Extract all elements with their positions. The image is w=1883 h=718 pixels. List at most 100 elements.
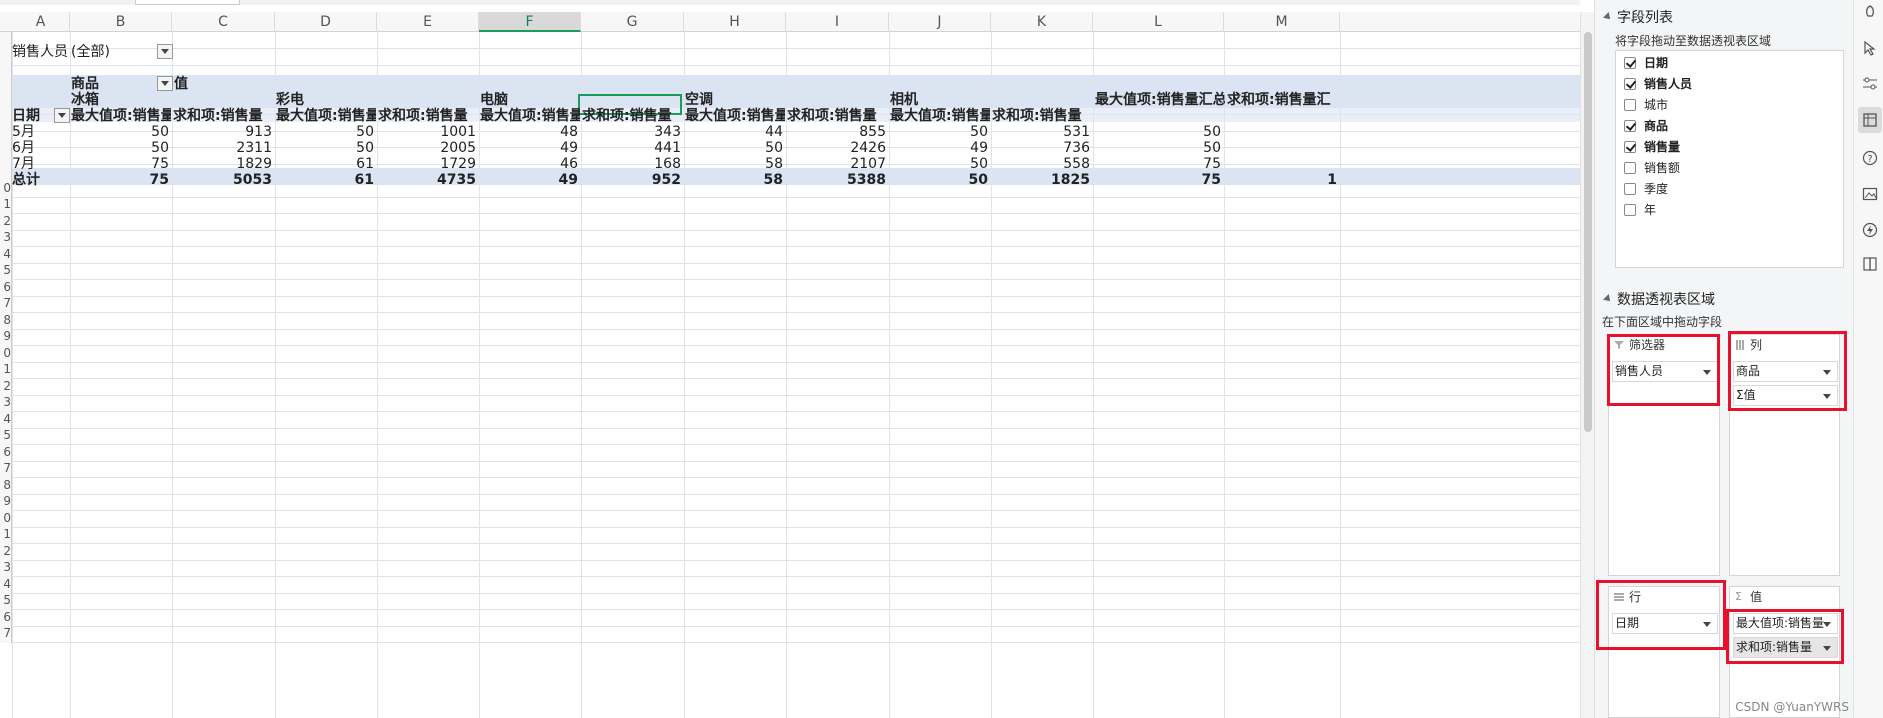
grid-hline xyxy=(12,477,1580,478)
total-value-cell[interactable]: 58 xyxy=(684,170,785,190)
total-label-cell[interactable]: 总计 xyxy=(12,170,68,190)
total-value-cell[interactable]: 5053 xyxy=(172,170,274,190)
row-number[interactable]: 4 xyxy=(0,576,12,593)
field-checkbox[interactable] xyxy=(1624,99,1636,111)
row-number[interactable] xyxy=(0,131,12,148)
row-number[interactable]: 5 xyxy=(0,263,12,280)
row-number[interactable]: 5 xyxy=(0,593,12,610)
row-number[interactable]: 4 xyxy=(0,411,12,428)
row-number[interactable] xyxy=(0,147,12,164)
total-value-cell[interactable]: 5388 xyxy=(786,170,888,190)
total-value-cell[interactable]: 75 xyxy=(70,170,171,190)
grid-hline xyxy=(12,312,1580,313)
scrollbar-thumb[interactable] xyxy=(1584,32,1592,432)
row-number[interactable]: 1 xyxy=(0,197,12,214)
row-number[interactable]: 1 xyxy=(0,362,12,379)
column-header-C[interactable]: C xyxy=(172,12,275,32)
field-list[interactable]: 日期 销售人员 城市 商品 销售量 销售额 季度年 xyxy=(1615,50,1844,268)
highlight-filter-area xyxy=(1607,334,1720,406)
row-number[interactable]: 0 xyxy=(0,180,12,197)
sheet-tab[interactable] xyxy=(135,0,240,5)
total-value-cell[interactable]: 1 xyxy=(1224,170,1339,190)
column-header-B[interactable]: B xyxy=(70,12,172,32)
pivot-table-icon[interactable] xyxy=(1858,107,1882,133)
row-number[interactable] xyxy=(0,65,12,82)
worksheet[interactable]: ABCDEFGHIJKLM 01234567890123456789012345… xyxy=(0,0,1580,718)
column-header-A[interactable]: A xyxy=(12,12,70,32)
grid-hline xyxy=(12,345,1580,346)
row-number[interactable]: 7 xyxy=(0,461,12,478)
field-label: 年 xyxy=(1644,203,1657,217)
image-edit-icon[interactable] xyxy=(1862,186,1878,202)
field-checkbox[interactable] xyxy=(1624,57,1636,69)
column-header-D[interactable]: D xyxy=(275,12,377,32)
grand-total-header-cell[interactable]: 最大值项:销售量汇总 xyxy=(1095,90,1225,110)
column-header-bar: ABCDEFGHIJKLM xyxy=(0,12,1580,32)
column-header-H[interactable]: H xyxy=(684,12,786,32)
grid-hline xyxy=(12,328,1580,330)
row-number[interactable] xyxy=(0,164,12,181)
row-number[interactable]: 2 xyxy=(0,543,12,560)
cursor-icon[interactable] xyxy=(1862,40,1878,56)
row-number[interactable]: 6 xyxy=(0,609,12,626)
row-number[interactable]: 9 xyxy=(0,494,12,511)
row-number[interactable]: 7 xyxy=(0,296,12,313)
row-number[interactable]: 3 xyxy=(0,395,12,412)
field-list-title: 字段列表 xyxy=(1617,10,1673,26)
column-header-J[interactable]: J xyxy=(889,12,991,32)
row-number[interactable] xyxy=(0,81,12,98)
row-number[interactable]: 6 xyxy=(0,444,12,461)
grid-hline xyxy=(12,262,1580,264)
row-number[interactable]: 6 xyxy=(0,279,12,296)
row-number[interactable] xyxy=(0,48,12,65)
field-checkbox[interactable] xyxy=(1624,78,1636,90)
column-header-E[interactable]: E xyxy=(377,12,479,32)
field-checkbox[interactable] xyxy=(1624,141,1636,153)
book-icon[interactable] xyxy=(1862,256,1878,272)
row-number[interactable]: 2 xyxy=(0,378,12,395)
field-checkbox[interactable] xyxy=(1624,183,1636,195)
row-number[interactable] xyxy=(0,114,12,131)
total-value-cell[interactable]: 4735 xyxy=(377,170,478,190)
lightning-icon[interactable] xyxy=(1862,222,1878,238)
row-number[interactable]: 3 xyxy=(0,560,12,577)
column-header-K[interactable]: K xyxy=(991,12,1093,32)
sliders-icon[interactable] xyxy=(1862,76,1878,92)
total-value-cell[interactable]: 50 xyxy=(889,170,990,190)
row-number[interactable]: 0 xyxy=(0,510,12,527)
total-value-cell[interactable]: 61 xyxy=(275,170,376,190)
column-field-dropdown[interactable] xyxy=(157,76,173,91)
total-value-cell[interactable]: 1825 xyxy=(991,170,1092,190)
total-value-cell[interactable]: 49 xyxy=(479,170,580,190)
row-number[interactable]: 4 xyxy=(0,246,12,263)
column-header-L[interactable]: L xyxy=(1093,12,1224,32)
vertical-scrollbar[interactable] xyxy=(1580,12,1594,718)
filter-value-cell[interactable]: (全部) xyxy=(71,42,171,62)
row-number[interactable]: 8 xyxy=(0,312,12,329)
field-checkbox[interactable] xyxy=(1624,162,1636,174)
column-header-G[interactable]: G xyxy=(581,12,684,32)
row-number[interactable] xyxy=(0,32,12,49)
filter-label-cell[interactable]: 销售人员 xyxy=(12,42,70,62)
row-number[interactable]: 1 xyxy=(0,527,12,544)
column-header-I[interactable]: I xyxy=(786,12,889,32)
total-value-cell[interactable]: 75 xyxy=(1093,170,1223,190)
row-number[interactable]: 8 xyxy=(0,477,12,494)
row-field-dropdown[interactable] xyxy=(54,108,70,123)
row-number[interactable]: 7 xyxy=(0,626,12,643)
column-header-M[interactable]: M xyxy=(1224,12,1340,32)
total-value-cell[interactable]: 952 xyxy=(581,170,683,190)
column-header-F[interactable]: F xyxy=(479,12,581,32)
field-checkbox[interactable] xyxy=(1624,204,1636,216)
filter-dropdown-button[interactable] xyxy=(157,44,173,59)
grand-total-header-cell[interactable]: 求和项:销售量汇 xyxy=(1227,90,1341,110)
row-number[interactable] xyxy=(0,98,12,115)
row-number[interactable]: 9 xyxy=(0,329,12,346)
rocket-icon[interactable] xyxy=(1862,5,1878,21)
row-number[interactable]: 3 xyxy=(0,230,12,247)
help-icon[interactable]: ? xyxy=(1862,150,1878,166)
row-number[interactable]: 5 xyxy=(0,428,12,445)
field-checkbox[interactable] xyxy=(1624,120,1636,132)
row-number[interactable]: 2 xyxy=(0,213,12,230)
row-number[interactable]: 0 xyxy=(0,345,12,362)
